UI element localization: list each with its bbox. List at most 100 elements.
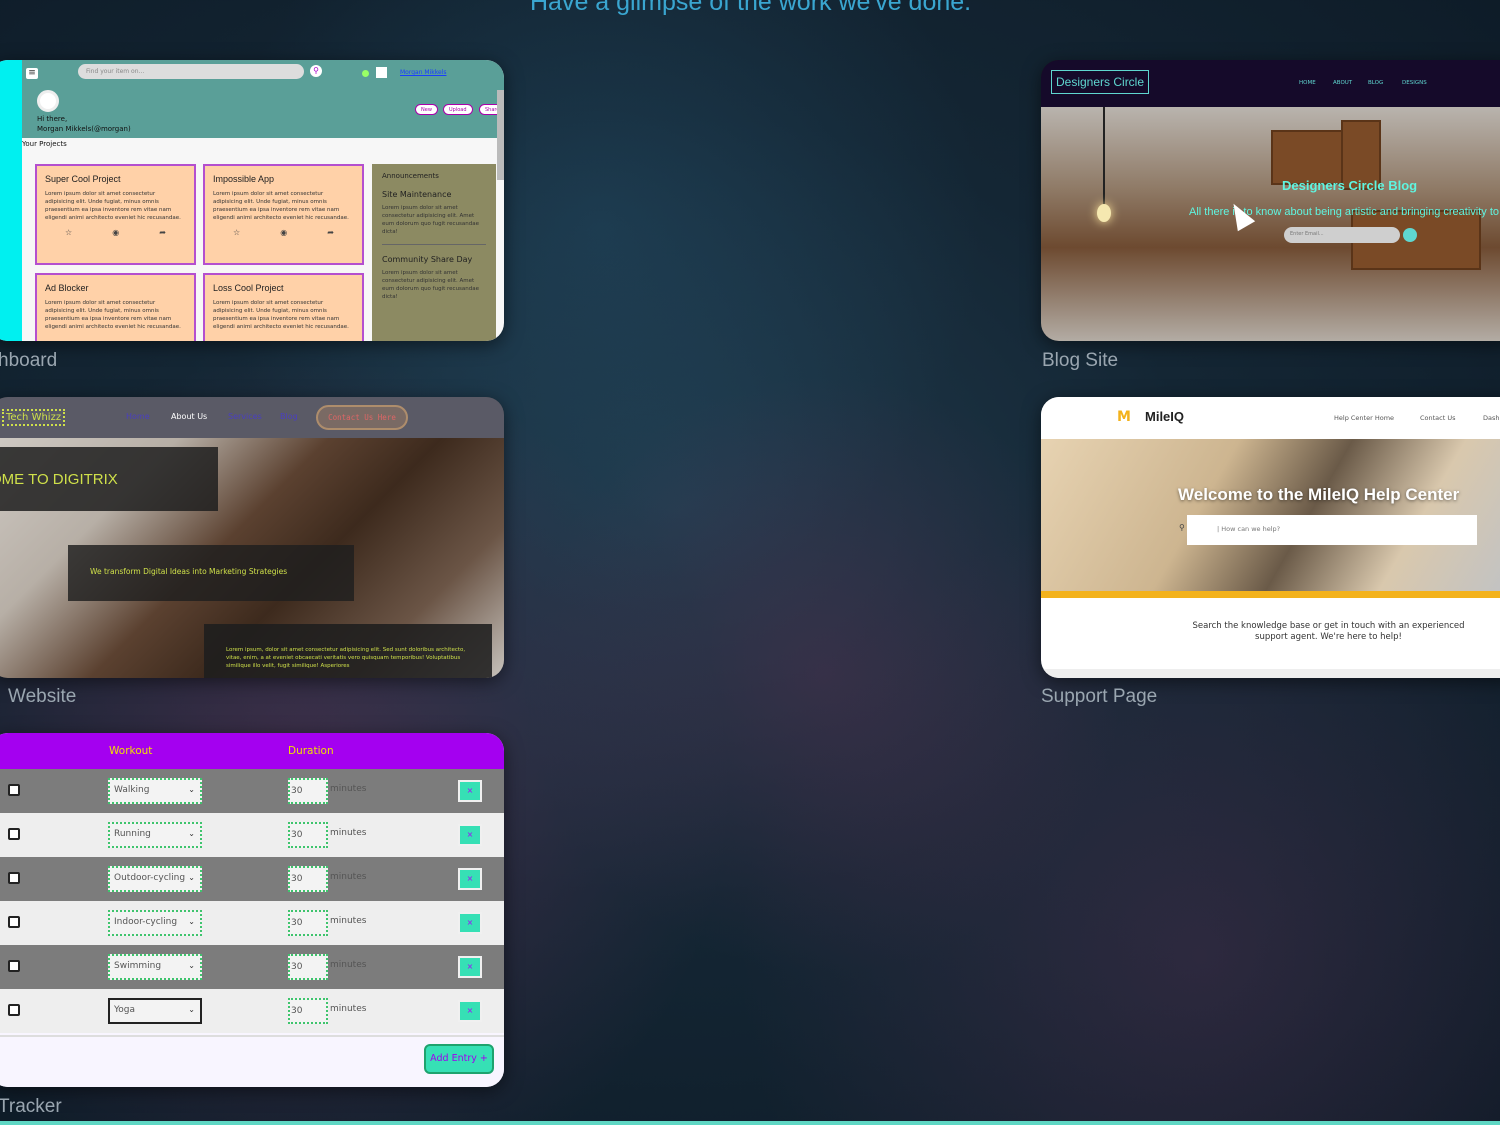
support-description: Search the knowledge base or get in touc… — [1192, 621, 1465, 642]
duration-unit: minutes — [330, 872, 367, 882]
user-link: Morgan Mikkels — [400, 69, 447, 76]
caption-blog: Blog Site — [1042, 350, 1119, 371]
calendar-icon — [8, 1004, 20, 1016]
nav-home: HOME — [1299, 80, 1316, 86]
menu-icon: ≡ — [26, 68, 38, 79]
portfolio-card-support[interactable]: M MileIQ Help Center Home Contact Us Das… — [1041, 397, 1500, 678]
nav-blog: Blog — [280, 412, 298, 421]
star-icon: ☆ — [233, 228, 241, 237]
calendar-icon — [8, 916, 20, 928]
accent-bar — [1041, 591, 1500, 598]
profile-avatar — [37, 90, 59, 112]
col-workout: Workout — [109, 745, 153, 757]
hero-title: Welcome to the MileIQ Help Center — [1178, 485, 1460, 504]
nav-blog: BLOG — [1368, 80, 1384, 86]
calendar-icon — [8, 828, 20, 840]
delete-button: × — [458, 1000, 482, 1022]
upload-pill: Upload — [443, 104, 473, 115]
portfolio-card-tracker[interactable]: Workout Duration Walking ⌄ 30 minutes × R… — [0, 733, 504, 1087]
new-pill: New — [415, 104, 438, 115]
mileiq-logo-icon: M — [1117, 409, 1131, 425]
workout-select: Running ⌄ — [108, 822, 202, 848]
agency-logo: Tech Whizz — [2, 409, 66, 426]
workout-select: Swimming ⌄ — [108, 954, 202, 980]
dashboard-sidebar — [0, 60, 22, 341]
nav-dashboard: Dash — [1483, 414, 1500, 422]
footer-strip — [1041, 669, 1500, 678]
eye-icon: ◉ — [112, 228, 120, 237]
delete-button: × — [458, 912, 482, 934]
duration-input: 30 — [288, 778, 328, 804]
workout-select: Yoga ⌄ — [108, 998, 202, 1024]
table-row: Running ⌄ 30 minutes × — [0, 813, 504, 857]
share-icon: ➦ — [159, 228, 166, 237]
nav-about: ABOUT — [1333, 80, 1353, 86]
delete-button: × — [458, 824, 482, 846]
caption-agency: Website — [8, 686, 77, 707]
project-card: Loss Cool Project Lorem ipsum dolor sit … — [203, 273, 364, 341]
blog-logo: Designers Circle — [1051, 70, 1150, 94]
table-row: Outdoor-cycling ⌄ 30 minutes × — [0, 857, 504, 901]
calendar-icon — [8, 872, 20, 884]
portfolio-card-blog[interactable]: Designers Circle HOME ABOUT BLOG DESIGNS… — [1041, 60, 1500, 341]
col-duration: Duration — [288, 745, 334, 757]
star-icon: ☆ — [65, 228, 73, 237]
support-logo: MileIQ — [1145, 409, 1185, 424]
share-icon: ➦ — [327, 228, 334, 237]
chevron-down-icon: ⌄ — [188, 917, 195, 926]
table-row: Walking ⌄ 30 minutes × — [0, 769, 504, 813]
portfolio-card-dashboard[interactable]: ≡ Find your item on... ⚲ Morgan Mikkels … — [0, 60, 504, 341]
duration-unit: minutes — [330, 916, 367, 926]
table-row: Yoga ⌄ 30 minutes × — [0, 989, 504, 1033]
avatar — [376, 67, 387, 78]
section-heading: Have a glimpse of the work we've done. — [530, 0, 972, 16]
duration-unit: minutes — [330, 828, 367, 838]
tagline: We transform Digital Ideas into Marketin… — [90, 567, 288, 576]
bottom-accent-bar — [0, 1121, 1500, 1125]
tracker-table-header: Workout Duration — [0, 733, 504, 769]
duration-input: 30 — [288, 910, 328, 936]
welcome-title: OME TO DIGITRIX — [0, 471, 118, 488]
chevron-down-icon: ⌄ — [188, 961, 195, 970]
lamp-cord — [1103, 107, 1105, 207]
nav-about: About Us — [171, 412, 208, 421]
contact-button: Contact Us Here — [316, 405, 408, 430]
calendar-icon — [8, 784, 20, 796]
nav-contact: Contact Us — [1420, 414, 1456, 422]
nav-designs: DESIGNS — [1402, 80, 1427, 86]
nav-help-center: Help Center Home — [1334, 414, 1395, 422]
lamp-bulb — [1097, 204, 1111, 222]
eye-icon: ◉ — [280, 228, 288, 237]
delete-button: × — [458, 956, 482, 978]
projects-label: Your Projects — [22, 140, 67, 148]
chevron-down-icon: ⌄ — [188, 1005, 195, 1014]
add-entry-button: Add Entry + — [424, 1044, 494, 1074]
chevron-down-icon: ⌄ — [188, 785, 195, 794]
notification-icon — [362, 70, 369, 77]
duration-unit: minutes — [330, 960, 367, 970]
nav-services: Services — [228, 412, 262, 421]
duration-input: 30 — [288, 866, 328, 892]
help-search-input: | How can we help? — [1187, 515, 1477, 545]
portfolio-card-agency-website[interactable]: Tech Whizz Home About Us Services Blog C… — [0, 397, 504, 678]
caption-support: Support Page — [1041, 686, 1158, 707]
greeting: Hi there, Morgan Mikkels(@morgan) — [37, 115, 131, 133]
search-icon: ⚲ — [310, 65, 322, 77]
project-card: Super Cool Project Lorem ipsum dolor sit… — [35, 164, 196, 265]
project-card: Impossible App Lorem ipsum dolor sit ame… — [203, 164, 364, 265]
project-card: Ad Blocker Lorem ipsum dolor sit amet co… — [35, 273, 196, 341]
workout-select: Indoor-cycling ⌄ — [108, 910, 202, 936]
email-input: Enter Email... — [1284, 227, 1400, 243]
duration-unit: minutes — [330, 784, 367, 794]
nav-home: Home — [126, 412, 150, 421]
table-row: Indoor-cycling ⌄ 30 minutes × — [0, 901, 504, 945]
announcements-panel: Announcements Site Maintenance Lorem ips… — [372, 164, 496, 341]
scrollbar — [497, 90, 504, 180]
chevron-down-icon: ⌄ — [188, 829, 195, 838]
workout-select: Outdoor-cycling ⌄ — [108, 866, 202, 892]
workout-select: Walking ⌄ — [108, 778, 202, 804]
delete-button: × — [458, 868, 482, 890]
duration-unit: minutes — [330, 1004, 367, 1014]
calendar-icon — [8, 960, 20, 972]
caption-dashboard: hboard — [0, 350, 58, 371]
